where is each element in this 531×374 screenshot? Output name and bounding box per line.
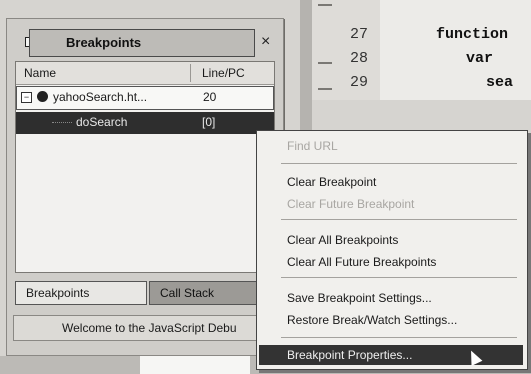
menu-separator bbox=[281, 219, 517, 220]
breakpoint-marker[interactable] bbox=[318, 62, 332, 64]
menu-separator bbox=[281, 337, 517, 338]
column-header-name[interactable]: Name bbox=[24, 66, 56, 80]
menu-item-save-breakpoint-settings[interactable]: Save Breakpoint Settings... bbox=[287, 291, 432, 305]
panel-tabs: Breakpoints Call Stack bbox=[15, 281, 273, 305]
tree-row[interactable]: − yahooSearch.ht... 20 bbox=[16, 86, 274, 110]
menu-item-label: Breakpoint Properties... bbox=[287, 348, 413, 362]
line-number: 29 bbox=[350, 74, 369, 91]
status-text: Welcome to the JavaScript Debu bbox=[62, 321, 237, 335]
context-menu: Find URL Clear Breakpoint Clear Future B… bbox=[256, 130, 528, 370]
line-number: 27 bbox=[350, 26, 369, 43]
menu-item-clear-all-breakpoints[interactable]: Clear All Breakpoints bbox=[287, 233, 398, 247]
line-number: 28 bbox=[350, 50, 369, 67]
menu-item-find-url[interactable]: Find URL bbox=[287, 139, 338, 153]
tab-label: Call Stack bbox=[160, 286, 215, 300]
panel-title: Breakpoints bbox=[66, 35, 142, 50]
tree-row-line: [0] bbox=[202, 115, 216, 129]
menu-item-clear-breakpoint[interactable]: Clear Breakpoint bbox=[287, 175, 376, 189]
code-line: var bbox=[466, 50, 494, 67]
line-gutter: 27 28 29 bbox=[300, 0, 380, 100]
tab-breakpoints[interactable]: Breakpoints bbox=[15, 281, 147, 305]
taskbar-field[interactable] bbox=[140, 356, 250, 374]
menu-item-restore-settings[interactable]: Restore Break/Watch Settings... bbox=[287, 313, 457, 327]
tree-row-name: doSearch bbox=[76, 115, 128, 129]
panel-title-box: Breakpoints bbox=[29, 29, 255, 57]
menu-item-clear-future-breakpoint[interactable]: Clear Future Breakpoint bbox=[287, 197, 414, 211]
menu-item-clear-all-future-breakpoints[interactable]: Clear All Future Breakpoints bbox=[287, 255, 436, 269]
column-header-line[interactable]: Line/PC bbox=[202, 66, 245, 80]
status-bar: Welcome to the JavaScript Debu bbox=[13, 315, 271, 341]
script-file-icon bbox=[37, 91, 48, 102]
tree-connector bbox=[52, 122, 72, 124]
menu-separator bbox=[281, 163, 517, 164]
tab-label: Breakpoints bbox=[26, 286, 90, 300]
breakpoint-marker[interactable] bbox=[318, 88, 332, 90]
close-icon[interactable]: × bbox=[261, 33, 270, 51]
tree-row-name: yahooSearch.ht... bbox=[53, 90, 148, 104]
code-line: sea bbox=[486, 74, 514, 91]
column-divider[interactable] bbox=[190, 64, 191, 82]
tab-call-stack[interactable]: Call Stack bbox=[149, 281, 261, 305]
tree-row-line: 20 bbox=[203, 90, 217, 104]
breakpoints-panel: Breakpoints × Name Line/PC − yahooSearch… bbox=[6, 18, 284, 356]
breakpoints-tree[interactable]: Name Line/PC − yahooSearch.ht... 20 doSe… bbox=[15, 61, 275, 273]
collapse-icon[interactable]: − bbox=[21, 92, 32, 103]
code-line: function bbox=[436, 26, 509, 43]
tree-header: Name Line/PC bbox=[16, 62, 274, 85]
breakpoint-marker[interactable] bbox=[318, 4, 332, 6]
panel-titlebar: Breakpoints × bbox=[15, 29, 273, 57]
code-editor[interactable]: 27 28 29 function var sea bbox=[300, 0, 531, 100]
tree-row-selected[interactable]: doSearch [0] bbox=[16, 112, 274, 134]
menu-separator bbox=[281, 277, 517, 278]
menu-item-breakpoint-properties[interactable]: Breakpoint Properties... bbox=[259, 345, 523, 365]
